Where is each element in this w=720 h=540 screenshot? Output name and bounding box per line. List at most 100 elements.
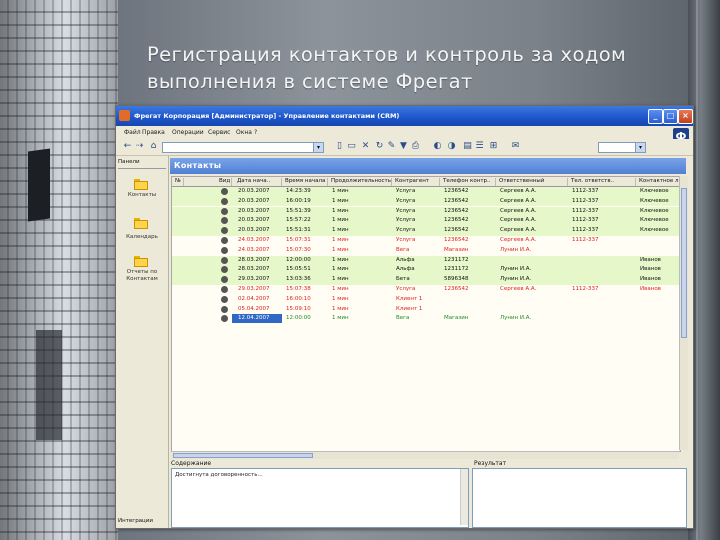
cell-phone: 1236542 (444, 207, 469, 214)
cell-contact: Иванов (640, 276, 661, 283)
cell-duration: 1 мин (332, 217, 349, 224)
column-header[interactable]: Время начала (284, 178, 328, 186)
cell-duration: 1 мин (332, 237, 349, 243)
cell-date: 28.03.2007 (238, 256, 270, 263)
print-icon[interactable]: ⎙ (410, 141, 421, 152)
column-header[interactable]: Контактное лицо (638, 178, 680, 186)
left-panel-footer[interactable]: Интеграции (118, 518, 166, 524)
contact-type-icon (221, 256, 228, 264)
window-titlebar[interactable]: Фрегат Корпорация [Администратор] - Упра… (116, 106, 693, 126)
table-row[interactable]: 20.03.2007 14:23:39 1 мин Услуга 1236542 Серг… (172, 187, 680, 197)
table-row[interactable]: 20.03.2007 15:57:22 1 мин Услуга 1236542 Серг… (172, 216, 680, 227)
new-doc-icon[interactable]: ▯ (334, 141, 345, 152)
content-header: Контакты (170, 158, 686, 174)
table-row[interactable]: 20.03.2007 16:00:19 1 мин Услуга 1236542 Серг… (172, 196, 680, 207)
forward-icon[interactable]: ⇢ (134, 141, 145, 152)
cell-counterparty: Услуга (396, 188, 416, 194)
scrollbar-thumb[interactable] (173, 453, 313, 458)
home-icon[interactable]: ⌂ (148, 141, 159, 152)
attach-icon[interactable]: ▤ (462, 141, 473, 152)
cell-responsible: Лунин И.А. (500, 266, 532, 273)
cell-time: 15:07:38 (286, 286, 311, 292)
column-header[interactable]: Контрагент (394, 178, 440, 186)
table-row[interactable]: 05.04.2007 15:09:10 1 мин Клиент 1 (172, 304, 680, 315)
cell-responsible: Сергеев А.А. (500, 197, 537, 204)
next-icon[interactable]: ◑ (446, 141, 457, 152)
cell-duration: 1 мин (332, 246, 349, 253)
delete-icon[interactable]: ✕ (360, 141, 371, 152)
cell-date: 20.03.2007 (238, 217, 270, 224)
cell-contact: Иванов (640, 256, 661, 263)
tools-icon[interactable]: ✎ (386, 141, 397, 152)
menu-ops[interactable]: Операции (172, 129, 204, 136)
contact-type-icon (221, 227, 228, 235)
cell-time: 15:05:51 (286, 266, 311, 273)
folder-calendar-label[interactable]: Календарь (118, 234, 166, 241)
cell-counterparty: Услуга (396, 217, 416, 224)
table-row[interactable]: 24.03.2007 15:07:30 1 мин Вега Магазин Лунин … (172, 245, 680, 256)
cell-phone: 1236542 (444, 197, 469, 204)
filter-icon[interactable]: ▼ (398, 141, 409, 152)
back-icon[interactable]: ← (122, 141, 133, 152)
cell-duration: 1 мин (332, 276, 349, 283)
column-header[interactable]: № (174, 178, 184, 186)
menu-help[interactable]: ? (254, 129, 257, 136)
cell-time: 15:51:39 (286, 207, 311, 214)
column-header[interactable]: Вид (218, 178, 232, 186)
table-row[interactable]: 29.03.2007 13:03:36 1 мин Бета 5896348 Лунин … (172, 275, 680, 285)
folder-icon[interactable] (134, 218, 148, 229)
table-row[interactable]: 29.03.2007 15:07:38 1 мин Услуга 1236542 Серг… (172, 285, 680, 295)
folder-reports-label[interactable]: Отчеты по Контактам (118, 269, 166, 283)
cell-counterparty: Услуга (396, 197, 416, 204)
menu-edit[interactable]: Правка (142, 129, 165, 136)
table-row[interactable]: 28.03.2007 12:00:00 1 мин Альфа 1231172 Ивано… (172, 255, 680, 266)
cell-phone: Магазин (444, 246, 469, 253)
clip-icon[interactable]: ⊞ (488, 141, 499, 152)
cell-phone: 1231172 (444, 256, 469, 263)
filter-field[interactable] (598, 142, 636, 153)
folder-icon[interactable] (134, 256, 148, 267)
refresh-icon[interactable]: ↻ (374, 141, 385, 152)
column-header[interactable]: Тел. ответств.. (570, 178, 636, 186)
settings-icon[interactable]: ✉ (510, 141, 521, 152)
cell-counterparty: Услуга (396, 207, 416, 214)
address-dropdown[interactable]: ▾ (313, 142, 324, 153)
minimize-button[interactable]: _ (648, 109, 663, 124)
table-row[interactable]: 28.03.2007 15:05:51 1 мин Альфа 1231172 Лунин… (172, 265, 680, 276)
doc-icon[interactable]: ▭ (346, 141, 357, 152)
list-icon[interactable]: ☰ (474, 141, 485, 152)
maximize-button[interactable]: □ (663, 109, 678, 124)
table-row[interactable]: 12.04.2007 12:00:00 1 мин Вега Магазин Лунин … (172, 314, 680, 325)
column-header[interactable]: Телефон контр.. (442, 178, 496, 186)
app-window: Фрегат Корпорация [Администратор] - Упра… (115, 105, 694, 529)
table-row[interactable]: 20.03.2007 15:51:39 1 мин Услуга 1236542 Серг… (172, 206, 680, 217)
cell-date: 24.03.2007 (238, 237, 270, 243)
cell-date: 20.03.2007 (238, 197, 270, 204)
content-pane-scrollbar[interactable] (460, 469, 468, 525)
menu-file[interactable]: Файл (124, 129, 141, 136)
menu-service[interactable]: Сервис (208, 129, 230, 136)
contact-type-icon (221, 266, 228, 274)
filter-dropdown[interactable]: ▾ (635, 142, 646, 153)
cell-date: 28.03.2007 (238, 266, 270, 273)
folder-contacts-label[interactable]: Контакты (118, 192, 166, 199)
folder-icon[interactable] (134, 179, 148, 190)
scrollbar-thumb[interactable] (681, 188, 687, 338)
grid-horizontal-scrollbar[interactable] (171, 451, 679, 459)
cell-responsible: Лунин И.А. (500, 276, 532, 283)
grid-vertical-scrollbar[interactable] (679, 176, 688, 450)
close-button[interactable]: × (678, 109, 693, 124)
building-photo-left (0, 0, 118, 540)
content-pane[interactable]: Достигнута договоренность... (171, 468, 469, 528)
prev-icon[interactable]: ◐ (432, 141, 443, 152)
address-field[interactable] (162, 142, 314, 153)
result-pane[interactable] (472, 468, 687, 528)
column-header[interactable]: Ответственный (498, 178, 568, 186)
table-row[interactable]: 02.04.2007 16:00:10 1 мин Клиент 1 (172, 294, 680, 305)
table-row[interactable]: 24.03.2007 15:07:31 1 мин Услуга 1236542 Серг… (172, 236, 680, 246)
column-header[interactable]: Дата нача.. (236, 178, 282, 186)
contact-type-icon (221, 315, 228, 323)
column-header[interactable]: Продолжительность (330, 178, 392, 186)
table-row[interactable]: 20.03.2007 15:51:31 1 мин Услуга 1236542 Серг… (172, 226, 680, 236)
menu-windows[interactable]: Окна (236, 129, 252, 136)
